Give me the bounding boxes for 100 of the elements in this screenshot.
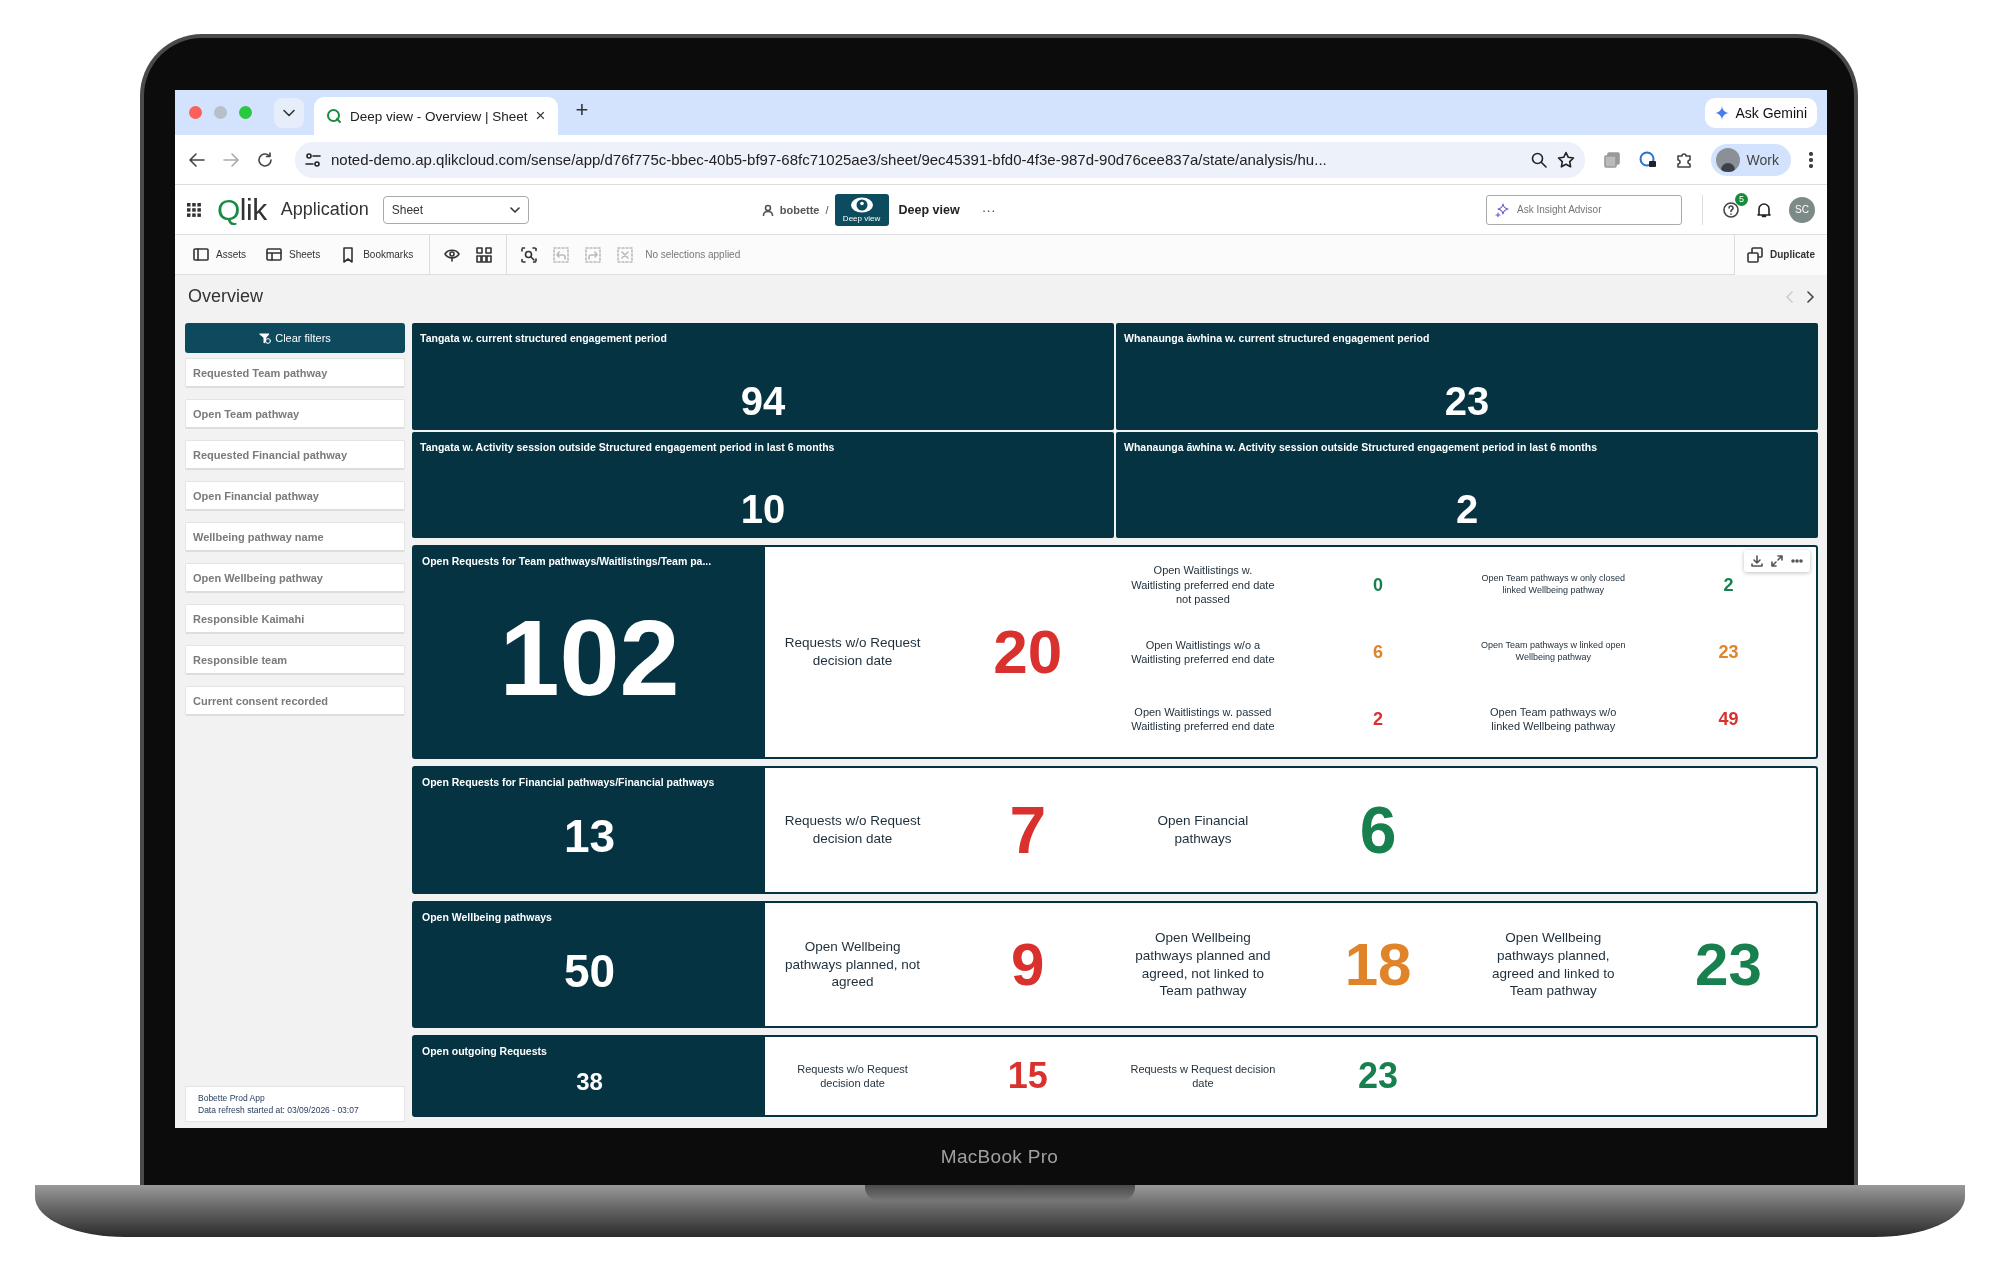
filter-pane[interactable]: Responsible team [185,645,405,675]
puzzle-icon[interactable] [1674,150,1693,169]
kpi-value: 10 [740,489,786,529]
metric-value: 7 [1009,793,1047,867]
metric-value: 2 [1723,574,1734,595]
profile-button[interactable]: Work [1710,143,1791,176]
browser-tab[interactable]: Deep view - Overview | Sheet × [314,97,558,135]
zoom-icon[interactable] [1530,151,1547,168]
more-icon[interactable] [1809,151,1813,168]
user-icon [761,203,774,216]
kpi-value: 50 [563,947,616,994]
metric-value: 9 [1011,930,1045,998]
metric-value: 49 [1718,709,1739,730]
metric-value: 6 [1359,793,1397,867]
star-icon[interactable] [1556,150,1575,169]
help-icon[interactable] [1723,201,1739,218]
user-name[interactable]: bobette [779,203,820,216]
app-name: Application [280,199,369,220]
metric-value: 23 [1718,642,1739,662]
user-avatar[interactable]: SC [1789,196,1815,223]
more-button[interactable]: ··· [981,201,996,218]
panel-icon [193,246,209,263]
metric-label: Open Wellbeing pathways planned and agreed, not linked to Team pathway [1134,929,1272,1000]
download-icon[interactable] [1751,555,1763,567]
kpi-value: 102 [499,604,680,712]
kpi-title: Tangata w. Activity session outside Structured engagement period in last 6 months [420,440,836,453]
filter-pane[interactable]: Wellbeing pathway name [185,522,405,552]
filter-pane[interactable]: Requested Financial pathway [185,440,405,470]
smart-search-icon[interactable] [521,246,538,263]
insight-advisor-search[interactable]: Ask Insight Advisor [1517,204,1673,215]
kpi-title: Open outgoing Requests [422,1045,548,1057]
qlik-logo[interactable]: Qlik [217,192,267,227]
kpi-title: Whanaunga āwhina w. current structured engagement period [1124,332,1431,344]
filter-pane[interactable]: Current consent recorded [185,686,405,716]
back-icon[interactable] [189,152,205,167]
eye-icon[interactable] [444,247,461,262]
metric-value: 15 [1007,1055,1048,1096]
tune-icon [305,152,321,167]
sparkle-icon [1715,105,1730,120]
tab-search-button[interactable] [274,97,304,128]
chevron-down-icon [283,108,295,117]
device-label: MacBook Pro [940,1145,1059,1168]
kpi-value: 94 [740,380,786,421]
kpi-title: Open Wellbeing pathways [422,911,553,923]
metric-label: Open Waitlistings w. passed Waitlisting preferred end date [1130,705,1276,734]
kpi-value: 13 [563,813,616,859]
filter-pane[interactable]: Open Team pathway [185,399,405,429]
sheet-title: Overview [188,286,263,307]
filter-pane[interactable]: Responsible Kaimahi [185,604,405,634]
kpi-title: Open Requests for Financial pathways/Financial pathways [422,776,716,788]
close-tab-button[interactable]: × [535,106,546,126]
filter-pane[interactable]: Open Wellbeing pathway [185,563,405,593]
metric-value: 0 [1373,574,1384,595]
sparkle-icon [1495,202,1509,217]
kpi-value: 38 [576,1070,603,1094]
metric-label: Requests w/o Request decision date [783,812,922,848]
filter-pane[interactable]: Open Financial pathway [185,481,405,511]
clear-filter-icon [259,332,272,344]
duplicate-icon [1747,246,1763,263]
sheets-icon [266,246,282,263]
metric-value: 23 [1695,930,1762,998]
metric-label: Open Team pathways w/o linked Wellbeing pathway [1489,705,1618,734]
chevron-down-icon [509,206,520,213]
toolbar-button[interactable]: Sheets [256,246,331,263]
metric-value: 6 [1373,642,1384,662]
duplicate-button[interactable]: Duplicate [1734,234,1827,275]
ask-gemini-button[interactable]: Ask Gemini [1705,97,1817,128]
grid-layout-icon[interactable] [476,246,493,263]
insight-advisor-field[interactable]: Ask Insight Advisor [1486,194,1682,225]
metric-value: 23 [1358,1055,1399,1096]
app-thumbnail[interactable]: Deep view [834,193,889,226]
kpi-value: 23 [1444,380,1490,421]
toolbar-button[interactable]: Bookmarks [330,246,424,263]
bell-icon[interactable] [1757,201,1771,218]
metric-label: Requests w/o Request decision date [783,634,922,670]
metric-label: Requests w Request decision date [1129,1061,1277,1091]
metric-label: Open Waitlistings w/o a Waitlisting preferred end date [1130,637,1276,667]
address-bar[interactable]: noted-demo.ap.qlikcloud.com/sense/app/d76f775c-bbec-40b5-bf97-68fc71025ae3/sheet/9ec45391-bfd0-4f3e-987d-90d76cee837a/state/analysis/hu... [295,141,1585,178]
metric-label: Open Team pathways w only closed linked Wellbeing pathway [1480,572,1626,597]
reload-icon[interactable] [257,151,273,168]
extension-copy-icon[interactable] [1602,150,1621,169]
avatar-icon [1715,147,1740,172]
app-grid-icon[interactable] [187,202,201,217]
app-info-text: Bobette Prod App [198,1092,266,1104]
metric-value: 18 [1344,930,1412,998]
app-info-text: Data refresh started at: 03/09/2026 - 03:07 [198,1104,360,1116]
selections-status: No selections applied [645,249,741,260]
metric-label: Open Waitlistings w. Waitlisting preferred end date not passed [1130,563,1276,607]
next-sheet-icon[interactable] [1807,290,1815,303]
toolbar-button[interactable]: Assets [183,246,256,263]
kpi-value: 2 [1455,489,1479,529]
metric-label: Open Wellbeing pathways planned, agreed and linked to Team pathway [1491,929,1616,1000]
filter-pane[interactable]: Requested Team pathway [185,358,405,388]
sheet-dropdown[interactable]: Sheet [382,195,529,224]
kpi-title: Tangata w. current structured engagement period [420,332,668,344]
new-tab-button[interactable]: + [575,96,589,123]
metric-label: Open Team pathways w linked open Wellbeing pathway [1480,640,1627,664]
expand-icon[interactable] [1771,555,1783,567]
clear-filters-button[interactable]: Clear filters [185,323,405,353]
app-title: Deep view [898,202,960,217]
